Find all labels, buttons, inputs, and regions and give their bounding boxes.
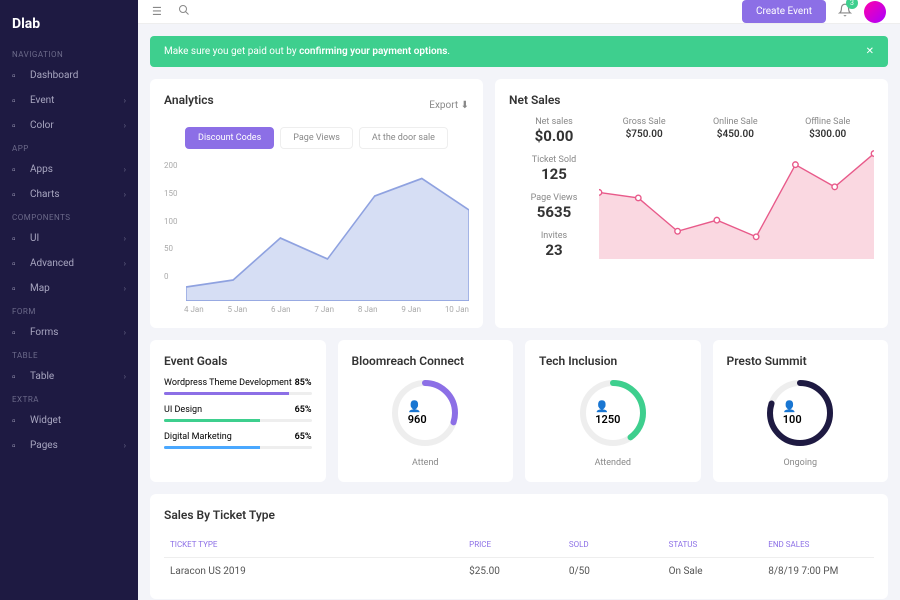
sidebar-item-pages[interactable]: ▫Pages›: [0, 433, 138, 458]
chevron-right-icon: ›: [124, 234, 126, 243]
notifications-button[interactable]: 3: [838, 3, 852, 20]
grid-icon: ▫: [12, 165, 22, 175]
sidebar-item-forms[interactable]: ▫Forms›: [0, 320, 138, 345]
chart-icon: ▫: [12, 190, 22, 200]
sidebar-item-advanced[interactable]: ▫Advanced›: [0, 251, 138, 276]
export-button[interactable]: Export ⬇: [429, 100, 469, 111]
avatar[interactable]: [864, 1, 886, 23]
map-icon: ▫: [12, 284, 22, 294]
close-icon[interactable]: ✕: [866, 46, 874, 57]
sidebar-item-apps[interactable]: ▫Apps›: [0, 157, 138, 182]
home-icon: ▫: [12, 71, 22, 81]
chevron-right-icon: ›: [124, 372, 126, 381]
sidebar-item-color[interactable]: ▫Color›: [0, 113, 138, 138]
notification-badge: 3: [846, 0, 858, 9]
chevron-right-icon: ›: [124, 96, 126, 105]
tab-discount-codes[interactable]: Discount Codes: [185, 127, 274, 149]
netsales-card: Net Sales Net sales$0.00Ticket Sold125Pa…: [495, 79, 888, 328]
hamburger-icon[interactable]: ☰: [152, 5, 162, 18]
table-header: TICKET TYPEPRICESOLDSTATUSEND SALES: [164, 532, 874, 558]
topbar: ☰ Create Event 3: [138, 0, 900, 24]
layers-icon: ▫: [12, 259, 22, 269]
donut-card-1: Tech Inclusion👤 1250Attended: [525, 340, 701, 482]
analytics-chart: 200150100500: [164, 161, 469, 301]
create-event-button[interactable]: Create Event: [742, 0, 826, 23]
chevron-right-icon: ›: [124, 165, 126, 174]
box-icon: ▫: [12, 234, 22, 244]
tab-page-views[interactable]: Page Views: [280, 127, 353, 149]
pages-icon: ▫: [12, 441, 22, 451]
chevron-right-icon: ›: [124, 121, 126, 130]
table-row[interactable]: Laracon US 2019$25.000/50On Sale8/8/19 7…: [164, 558, 874, 585]
chevron-right-icon: ›: [124, 441, 126, 450]
analytics-title: Analytics: [164, 93, 214, 107]
tab-at-the-door-sale[interactable]: At the door sale: [359, 127, 448, 149]
widget-icon: ▫: [12, 416, 22, 426]
sidebar-item-dashboard[interactable]: ▫Dashboard: [0, 63, 138, 88]
sidebar: Dlab NAVIGATION▫Dashboard▫Event›▫Color›A…: [0, 0, 138, 600]
table-icon: ▫: [12, 372, 22, 382]
analytics-card: Analytics Export ⬇ Discount Codes Page Vi…: [150, 79, 483, 328]
palette-icon: ▫: [12, 121, 22, 131]
sidebar-item-charts[interactable]: ▫Charts›: [0, 182, 138, 207]
main: ☰ Create Event 3 Make sure you get paid …: [138, 0, 900, 600]
sidebar-item-event[interactable]: ▫Event›: [0, 88, 138, 113]
form-icon: ▫: [12, 328, 22, 338]
donut-card-0: Bloomreach Connect👤 960Attend: [338, 340, 514, 482]
alert-banner: Make sure you get paid out by confirming…: [150, 36, 888, 67]
chevron-right-icon: ›: [124, 284, 126, 293]
sidebar-item-ui[interactable]: ▫UI›: [0, 226, 138, 251]
brand-logo: Dlab: [0, 10, 138, 44]
chevron-right-icon: ›: [124, 190, 126, 199]
donut-card-2: Presto Summit👤 100Ongoing: [713, 340, 889, 482]
netsales-chart: [599, 148, 874, 259]
tickets-card: Sales By Ticket Type TICKET TYPEPRICESOL…: [150, 494, 888, 599]
sidebar-item-widget[interactable]: ▫Widget: [0, 408, 138, 433]
search-icon[interactable]: [178, 4, 190, 19]
calendar-icon: ▫: [12, 96, 22, 106]
event-goals-card: Event Goals Wordpress Theme Development8…: [150, 340, 326, 482]
sidebar-item-map[interactable]: ▫Map›: [0, 276, 138, 301]
chevron-right-icon: ›: [124, 328, 126, 337]
chevron-right-icon: ›: [124, 259, 126, 268]
sidebar-item-table[interactable]: ▫Table›: [0, 364, 138, 389]
netsales-title: Net Sales: [509, 93, 874, 107]
